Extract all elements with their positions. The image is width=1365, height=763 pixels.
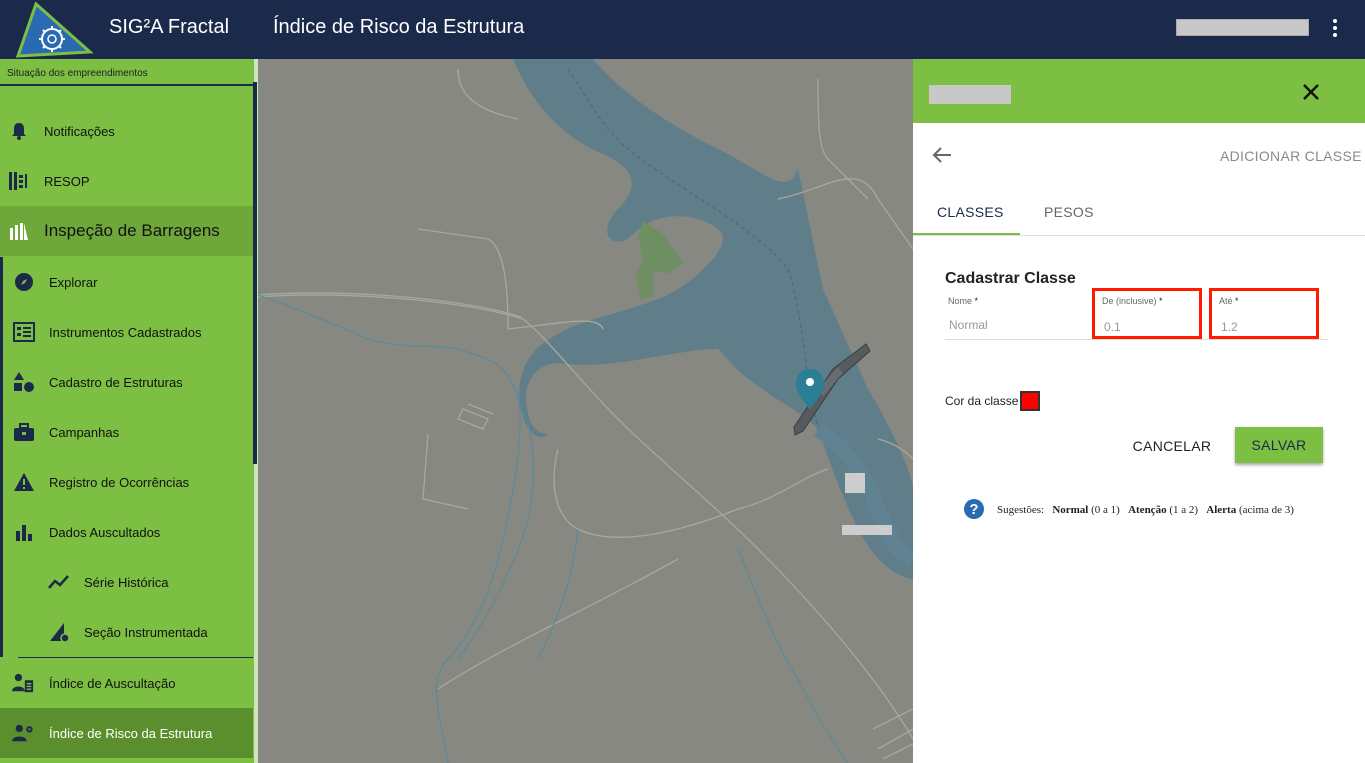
sidebar-item-explorar[interactable]: Explorar <box>0 257 253 307</box>
bell-icon <box>8 120 30 142</box>
sidebar-caption: Situação dos empreendimentos <box>7 68 148 79</box>
resop-icon <box>8 170 30 192</box>
suggestion-range: (1 a 2) <box>1169 504 1199 516</box>
nome-value[interactable]: Normal <box>949 318 988 332</box>
shapes-icon <box>13 371 35 393</box>
sidebar-item-dados-auscultados[interactable]: Dados Auscultados <box>0 507 253 557</box>
suggestion-name: Atenção <box>1128 504 1167 516</box>
user-menu[interactable] <box>1176 19 1309 36</box>
color-picker-swatch[interactable] <box>1020 391 1040 411</box>
sidebar-item-label: Cadastro de Estruturas <box>49 374 183 390</box>
form-title: Cadastrar Classe <box>945 270 1076 287</box>
sidebar-item-indice-risco[interactable]: Índice de Risco da Estrutura <box>0 708 253 758</box>
line-chart-icon <box>48 571 70 593</box>
map-canvas[interactable] <box>258 59 913 763</box>
cancel-button[interactable]: CANCELAR <box>1128 431 1216 461</box>
sidebar-item-secao-instrumentada[interactable]: Seção Instrumentada <box>0 607 253 657</box>
suggestion-range: (0 a 1) <box>1091 504 1120 516</box>
section-gear-icon <box>48 621 70 643</box>
compass-icon <box>13 271 35 293</box>
side-panel: ADICIONAR CLASSE CLASSES PESOS Cadastrar… <box>913 59 1365 763</box>
ate-value[interactable]: 1.2 <box>1221 320 1238 334</box>
help-icon[interactable]: ? <box>964 499 984 519</box>
sidebar-item-label: Inspeção de Barragens <box>44 221 220 240</box>
suggestion-name: Normal <box>1052 504 1089 516</box>
suggestion-name: Alerta <box>1206 504 1237 516</box>
instrument-icon <box>13 321 35 343</box>
panel-header <box>913 59 1365 123</box>
sidebar-item-label: Índice de Auscultação <box>49 675 176 691</box>
field-underline <box>945 339 1328 340</box>
sidebar-scrollbar[interactable] <box>253 82 257 464</box>
sidebar-item-label: Campanhas <box>49 424 120 440</box>
tab-classes[interactable]: CLASSES <box>937 204 1004 220</box>
app-logo[interactable] <box>0 0 95 59</box>
bar-chart-icon <box>13 521 35 543</box>
panel-title-placeholder <box>929 85 1011 104</box>
de-inclusive-field[interactable]: De (inclusive) * 0.1 <box>1092 288 1202 339</box>
map-view[interactable] <box>258 59 913 763</box>
sidebar-item-registro-ocorrencias[interactable]: Registro de Ocorrências <box>0 457 253 507</box>
add-class-button[interactable]: ADICIONAR CLASSE <box>1220 148 1362 164</box>
app-title: SIG²A Fractal <box>109 16 230 38</box>
sidebar-item-label: Índice de Risco da Estrutura <box>49 725 213 741</box>
person-clipboard-icon <box>12 672 34 694</box>
sidebar-item-cadastro-estruturas[interactable]: Cadastro de Estruturas <box>0 357 253 407</box>
page-title: Índice de Risco da Estrutura <box>273 16 525 38</box>
divider <box>0 84 254 86</box>
app-header: SIG²A Fractal Índice de Risco da Estrutu… <box>0 0 1365 59</box>
sidebar-item-indice-auscultacao[interactable]: Índice de Auscultação <box>0 658 253 708</box>
ate-field[interactable]: Até * 1.2 <box>1209 288 1319 339</box>
suggestion-range: (acima de 3) <box>1238 504 1294 516</box>
sidebar-item-notificacoes[interactable]: Notificações <box>0 106 253 156</box>
field-label: De (inclusive) * <box>1102 296 1163 306</box>
more-vert-icon[interactable] <box>1326 17 1344 39</box>
close-icon[interactable] <box>1300 81 1322 103</box>
sidebar-item-label: Série Histórica <box>84 574 169 590</box>
suggestions-prefix: Sugestões: <box>997 504 1045 516</box>
sidebar-item-instrumentos[interactable]: Instrumentos Cadastrados <box>0 307 253 357</box>
color-label: Cor da classe <box>945 394 1019 408</box>
sidebar-item-label: Explorar <box>49 274 98 290</box>
sidebar: Situação dos empreendimentos Notificaçõe… <box>0 59 254 763</box>
dam-icon <box>8 220 30 242</box>
sidebar-item-resop[interactable]: RESOP <box>0 156 253 206</box>
sidebar-item-serie-historica[interactable]: Série Histórica <box>0 557 253 607</box>
field-label: Até * <box>1219 296 1239 306</box>
sidebar-item-label: Notificações <box>44 123 115 139</box>
tab-pesos[interactable]: PESOS <box>1044 204 1094 220</box>
field-label: Nome * <box>948 296 979 306</box>
divider <box>913 235 1365 236</box>
warning-icon <box>13 471 35 493</box>
arrow-back-icon[interactable] <box>931 145 953 165</box>
nome-field[interactable]: Nome * Normal <box>945 295 1092 340</box>
person-gear-icon <box>12 722 34 744</box>
save-button[interactable]: SALVAR <box>1235 427 1323 463</box>
sidebar-item-label: Registro de Ocorrências <box>49 474 190 490</box>
sidebar-item-label: Dados Auscultados <box>49 524 161 540</box>
briefcase-icon <box>13 421 35 443</box>
sidebar-item-label: RESOP <box>44 173 90 189</box>
sidebar-item-campanhas[interactable]: Campanhas <box>0 407 253 457</box>
sidebar-section-inspecao[interactable]: Inspeção de Barragens <box>0 206 253 256</box>
sidebar-item-label: Instrumentos Cadastrados <box>49 324 202 340</box>
suggestions-text: Sugestões: Normal (0 a 1) Atenção (1 a 2… <box>997 504 1294 516</box>
de-value[interactable]: 0.1 <box>1104 320 1121 334</box>
sidebar-item-label: Seção Instrumentada <box>84 624 208 640</box>
